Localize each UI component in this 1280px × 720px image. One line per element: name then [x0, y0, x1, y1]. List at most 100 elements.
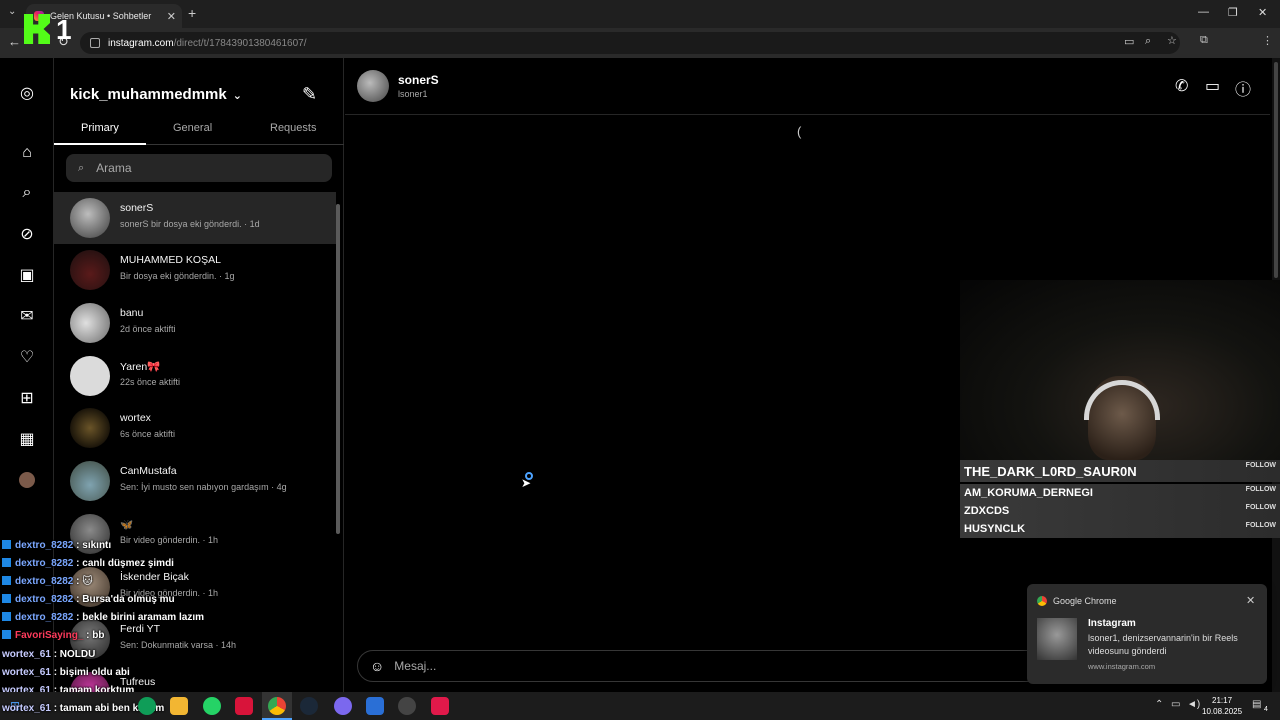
conversation-name: sonerS — [120, 202, 154, 214]
app-icon[interactable] — [431, 697, 449, 715]
new-tab-button[interactable]: + — [188, 5, 196, 21]
profile-avatar-rail[interactable] — [19, 472, 35, 488]
conversation-scrollbar[interactable] — [336, 204, 340, 534]
chrome-notification[interactable]: Google Chrome ✕ Instagram lsoner1, deniz… — [1027, 584, 1267, 684]
restore-icon[interactable]: ❐ — [1228, 6, 1238, 19]
instagram-logo-icon[interactable]: ◎ — [14, 80, 40, 106]
close-window-icon[interactable]: ✕ — [1258, 6, 1267, 19]
follow-label: FOLLOW — [1245, 486, 1276, 493]
tab-requests[interactable]: Requests — [270, 122, 316, 134]
file-explorer-icon[interactable] — [170, 697, 188, 715]
obs-icon[interactable] — [398, 697, 416, 715]
active-tab-indicator — [54, 143, 146, 145]
app-icon[interactable] — [235, 697, 253, 715]
cast-icon[interactable]: ▭ — [1124, 35, 1134, 48]
chrome-icon[interactable] — [268, 697, 286, 715]
extensions-icon[interactable]: ⧉ — [1200, 34, 1208, 47]
chat-user: FavoriSaying_ — [15, 630, 84, 641]
stream-chat-line: dextro_8282 : 🐱 — [2, 576, 93, 587]
volume-icon[interactable]: ◄) — [1187, 699, 1200, 710]
avatar[interactable] — [357, 70, 389, 102]
conversation-item[interactable]: Yaren🎀 22s önce aktifti — [54, 350, 336, 402]
notification-close-icon[interactable]: ✕ — [1246, 594, 1255, 607]
conversation-name: Ferdi YT — [120, 623, 161, 635]
chat-text: : bekle birini aramam lazım — [76, 612, 204, 623]
stream-chat-line: dextro_8282 : sıkıntı — [2, 540, 111, 551]
conversation-name: Yaren🎀 — [120, 361, 161, 373]
avatar — [70, 356, 110, 396]
kick-overlay-number: 1 — [56, 14, 72, 45]
notification-app-name: Google Chrome — [1053, 596, 1117, 606]
network-icon[interactable]: ▭ — [1171, 699, 1180, 710]
chat-header: sonerS lsoner1 ✆ ▭ ⓘ — [345, 58, 1270, 115]
app-icon[interactable] — [366, 697, 384, 715]
chrome-menu-icon[interactable]: ⋮ — [1262, 34, 1273, 47]
chat-text: : bb — [86, 630, 105, 641]
avatar — [70, 250, 110, 290]
tray-chevron-icon[interactable]: ⌃ — [1155, 699, 1163, 710]
tab-close-icon[interactable]: ✕ — [167, 10, 176, 23]
chat-user: dextro_8282 — [15, 594, 74, 605]
page-scroll-thumb[interactable] — [1274, 62, 1278, 278]
steam-icon[interactable] — [300, 697, 318, 715]
account-name: kick_muhammedmmk — [70, 86, 227, 103]
address-bar[interactable]: instagram.com /direct/t/1784390138046160… — [80, 32, 1180, 54]
notification-thumbnail — [1037, 618, 1077, 660]
system-clock[interactable]: 21:17 10.08.2025 — [1202, 695, 1242, 717]
app-icon[interactable] — [334, 697, 352, 715]
tab-primary[interactable]: Primary — [81, 122, 119, 134]
conversation-name: 🦋 — [120, 519, 134, 531]
whatsapp-icon[interactable] — [203, 697, 221, 715]
search-input[interactable]: ⌕ Arama — [66, 154, 332, 182]
home-icon[interactable]: ⌂ — [14, 140, 40, 166]
site-info-icon[interactable] — [90, 38, 100, 48]
emoji-icon[interactable]: ☺ — [370, 658, 384, 674]
kick-badge-icon — [2, 576, 11, 585]
conversation-item[interactable]: MUHAMMED KOŞAL Bir dosya eki gönderdin. … — [54, 244, 336, 296]
follow-alert: ZDXCDS FOLLOW — [960, 502, 1280, 520]
chat-text: : bişimi oldu abi — [53, 667, 130, 678]
chat-text: : — [76, 576, 80, 587]
minimize-icon[interactable]: — — [1198, 6, 1209, 18]
notification-body: lsoner1, denizservannarin'in bir Reels v… — [1088, 633, 1238, 656]
dashboard-icon[interactable]: ▦ — [14, 426, 40, 452]
phone-call-icon[interactable]: ✆ — [1175, 76, 1188, 96]
edge-app-icon[interactable] — [138, 697, 156, 715]
conversation-preview: 2d önce aktifti — [120, 324, 176, 334]
avatar — [70, 461, 110, 501]
follower-name: THE_DARK_L0RD_SAUR0N — [964, 463, 1137, 479]
url-path: /direct/t/17843901380461607/ — [173, 37, 307, 49]
follow-alert: AM_KORUMA_DERNEGI FOLLOW — [960, 484, 1280, 502]
conversation-item[interactable]: sonerS sonerS bir dosya eki gönderdi. · … — [54, 192, 336, 244]
notifications-heart-icon[interactable]: ♡ — [14, 344, 40, 370]
address-toolbar: instagram.com /direct/t/1784390138046160… — [0, 28, 1280, 77]
message-placeholder: Mesaj... — [394, 659, 437, 673]
search-icon[interactable]: ⌕ — [14, 180, 40, 206]
chat-text: : NOLDU — [53, 649, 96, 660]
conversation-item[interactable]: banu 2d önce aktifti — [54, 297, 336, 349]
conversation-preview: Sen: İyi musto sen nabıyon gardaşım · 4g — [120, 482, 287, 492]
conversation-item[interactable]: 🦋 Bir video gönderdin. · 1h — [54, 508, 336, 560]
zoom-icon[interactable]: ⌕ — [1145, 35, 1151, 48]
tab-search-icon[interactable]: ⌄ — [8, 6, 16, 17]
create-icon[interactable]: ⊞ — [14, 385, 40, 411]
follower-name: HUSYNCLK — [964, 523, 1026, 535]
account-switcher[interactable]: kick_muhammedmmk ⌄ — [70, 86, 242, 103]
notification-center-icon[interactable]: ▤ — [1252, 699, 1261, 710]
conversation-item[interactable]: CanMustafa Sen: İyi musto sen nabıyon ga… — [54, 455, 336, 507]
explore-icon[interactable]: ⊘ — [14, 221, 40, 247]
avatar — [70, 408, 110, 448]
tab-general[interactable]: General — [173, 122, 212, 134]
stream-chat-line: dextro_8282 : Bursa'da olmuş mu — [2, 594, 175, 605]
info-icon[interactable]: ⓘ — [1235, 76, 1251, 100]
reels-icon[interactable]: ▣ — [14, 262, 40, 288]
bookmark-star-icon[interactable]: ☆ — [1167, 34, 1177, 47]
back-icon[interactable]: ← — [8, 34, 21, 49]
chat-user: dextro_8282 — [15, 540, 74, 551]
messenger-icon[interactable]: ✉ — [14, 303, 40, 329]
chat-contact-name[interactable]: sonerS — [398, 73, 439, 87]
notification-count: 4 — [1264, 706, 1268, 713]
video-call-icon[interactable]: ▭ — [1205, 76, 1220, 96]
new-message-icon[interactable]: ✎ — [302, 84, 317, 105]
conversation-item[interactable]: wortex 6s önce aktifti — [54, 402, 336, 454]
